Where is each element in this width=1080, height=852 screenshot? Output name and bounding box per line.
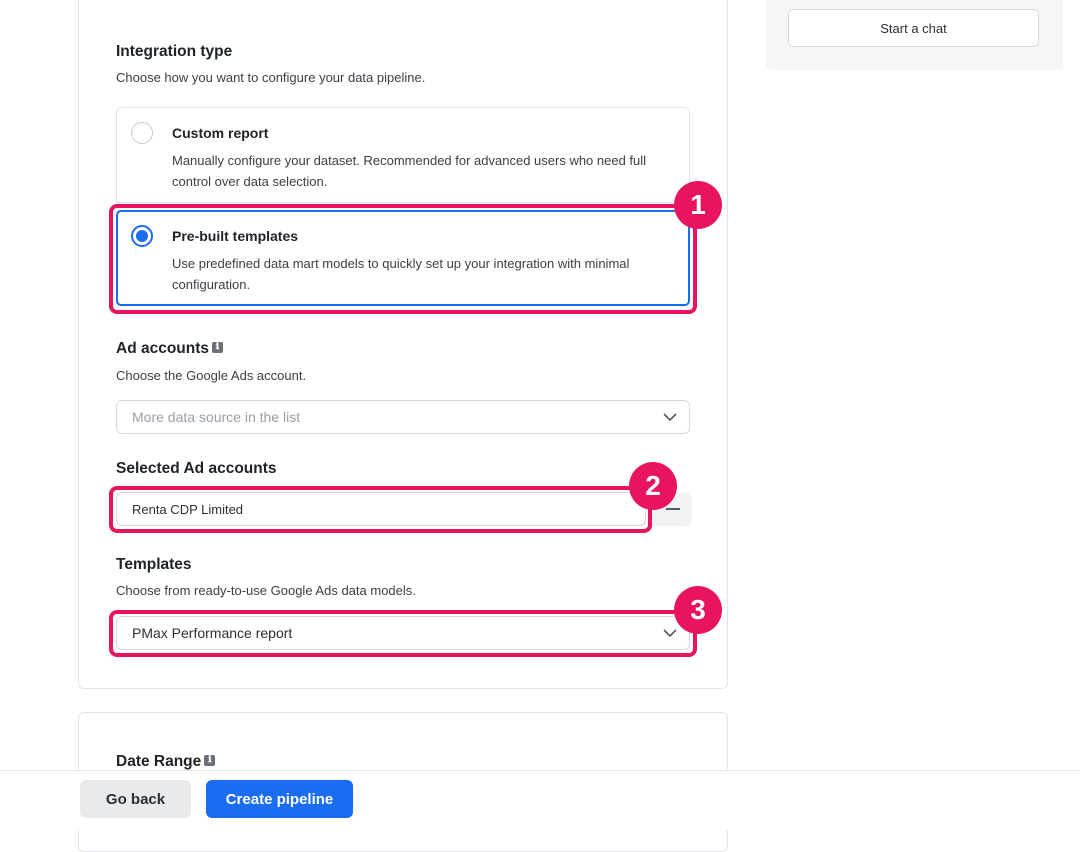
templates-title: Templates — [116, 556, 192, 573]
ad-accounts-title: Ad accounts ℹ — [116, 340, 224, 358]
annotation-highlight-3 — [109, 610, 697, 657]
date-range-label: Date Range — [116, 753, 202, 770]
ad-accounts-select[interactable]: More data source in the list — [116, 400, 690, 434]
annotation-highlight-2 — [109, 486, 652, 533]
ad-accounts-label: Ad accounts — [116, 340, 210, 357]
info-icon[interactable]: ℹ — [204, 755, 216, 766]
chat-panel: Start a chat — [766, 0, 1063, 70]
chevron-down-icon — [663, 413, 677, 422]
annotation-highlight-1 — [109, 204, 697, 314]
create-pipeline-button[interactable]: Create pipeline — [206, 780, 353, 818]
annotation-badge-3: 3 — [674, 586, 722, 634]
annotation-badge-2: 2 — [629, 462, 677, 510]
selected-ad-accounts-title: Selected Ad accounts — [116, 460, 277, 477]
option-custom-report[interactable]: Custom report Manually configure your da… — [116, 107, 690, 203]
info-icon[interactable]: ℹ — [212, 342, 224, 353]
ad-accounts-description: Choose the Google Ads account. — [116, 368, 307, 383]
custom-report-title: Custom report — [172, 125, 269, 141]
start-chat-button[interactable]: Start a chat — [788, 9, 1039, 47]
annotation-badge-1: 1 — [674, 181, 722, 229]
go-back-button[interactable]: Go back — [80, 780, 191, 818]
custom-report-description: Manually configure your dataset. Recomme… — [172, 153, 647, 189]
footer-bar: Go back Create pipeline — [0, 770, 1080, 830]
custom-report-radio[interactable] — [131, 122, 153, 144]
ad-accounts-placeholder: More data source in the list — [132, 409, 301, 425]
integration-type-title: Integration type — [116, 43, 233, 60]
integration-type-description: Choose how you want to configure your da… — [116, 70, 426, 85]
templates-description: Choose from ready-to-use Google Ads data… — [116, 583, 416, 598]
date-range-title: Date Range ℹ — [116, 753, 216, 771]
